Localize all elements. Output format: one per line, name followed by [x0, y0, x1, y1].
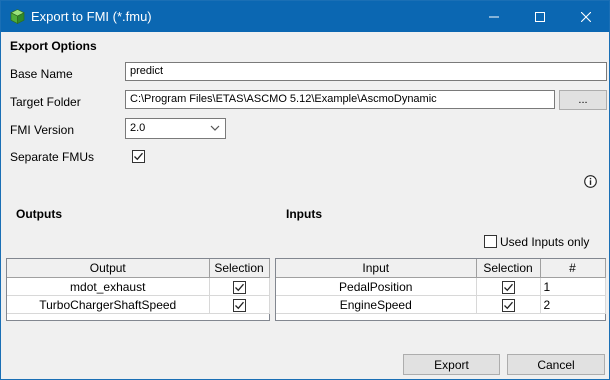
chevron-down-icon — [210, 125, 220, 131]
maximize-icon — [535, 11, 545, 22]
checkmark-icon — [503, 301, 513, 310]
input-name: EngineSpeed — [276, 295, 477, 314]
outputs-heading: Outputs — [16, 207, 62, 221]
export-button[interactable]: Export — [403, 354, 500, 375]
input-selection-cell — [476, 295, 541, 314]
output-name: TurboChargerShaftSpeed — [7, 295, 210, 314]
input-index[interactable]: 2 — [540, 295, 606, 314]
checkmark-icon — [134, 152, 143, 161]
output-selection-cell — [209, 277, 270, 296]
inputs-heading: Inputs — [286, 207, 322, 221]
output-selection-checkbox[interactable] — [232, 280, 246, 294]
output-selection-checkbox[interactable] — [232, 298, 246, 312]
table-row[interactable]: EngineSpeed 2 — [276, 295, 606, 314]
dialog-body: Export Options Base Name predict Target … — [1, 32, 609, 379]
input-selection-checkbox[interactable] — [501, 280, 515, 294]
info-icon[interactable] — [584, 175, 597, 188]
cancel-button[interactable]: Cancel — [507, 354, 605, 375]
close-button[interactable] — [563, 1, 609, 32]
used-inputs-only-checkbox[interactable] — [484, 235, 497, 248]
checkmark-icon — [234, 283, 244, 292]
outputs-column-selection[interactable]: Selection — [209, 259, 270, 278]
checkmark-icon — [234, 301, 244, 310]
input-selection-checkbox[interactable] — [501, 298, 515, 312]
close-icon — [581, 11, 591, 22]
maximize-button[interactable] — [517, 1, 563, 32]
used-inputs-only-label: Used Inputs only — [500, 235, 590, 249]
outputs-table: Output Selection mdot_exhaust TurboCharg… — [6, 258, 270, 321]
inputs-table: Input Selection # PedalPosition 1 Engine… — [275, 258, 606, 321]
table-row[interactable]: mdot_exhaust — [7, 277, 270, 296]
minimize-icon — [489, 16, 499, 17]
minimize-button[interactable] — [471, 1, 517, 32]
fmi-version-value: 2.0 — [130, 122, 146, 134]
browse-button[interactable]: ... — [559, 90, 607, 110]
table-row[interactable]: TurboChargerShaftSpeed — [7, 295, 270, 314]
export-options-heading: Export Options — [10, 39, 97, 53]
checkmark-icon — [503, 283, 513, 292]
separate-fmus-checkbox[interactable] — [132, 150, 145, 163]
base-name-input[interactable]: predict — [125, 62, 607, 81]
base-name-label: Base Name — [10, 67, 73, 81]
output-selection-cell — [209, 295, 270, 314]
output-name: mdot_exhaust — [7, 277, 210, 296]
separate-fmus-label: Separate FMUs — [10, 150, 95, 164]
input-index[interactable]: 1 — [540, 277, 606, 296]
target-folder-input[interactable]: C:\Program Files\ETAS\ASCMO 5.12\Example… — [125, 90, 555, 109]
target-folder-label: Target Folder — [10, 95, 81, 109]
export-fmi-dialog: Export to FMI (*.fmu) Export Options Bas… — [0, 0, 610, 380]
outputs-column-output[interactable]: Output — [7, 259, 210, 278]
input-selection-cell — [476, 277, 541, 296]
table-row[interactable]: PedalPosition 1 — [276, 277, 606, 296]
input-name: PedalPosition — [276, 277, 477, 296]
inputs-column-index[interactable]: # — [540, 259, 606, 278]
inputs-column-input[interactable]: Input — [276, 259, 477, 278]
inputs-column-selection[interactable]: Selection — [476, 259, 541, 278]
title-bar[interactable]: Export to FMI (*.fmu) — [1, 1, 609, 32]
fmi-version-select[interactable]: 2.0 — [125, 118, 226, 139]
window-title: Export to FMI (*.fmu) — [31, 9, 152, 24]
app-cube-icon — [10, 9, 25, 24]
fmi-version-label: FMI Version — [10, 123, 75, 137]
